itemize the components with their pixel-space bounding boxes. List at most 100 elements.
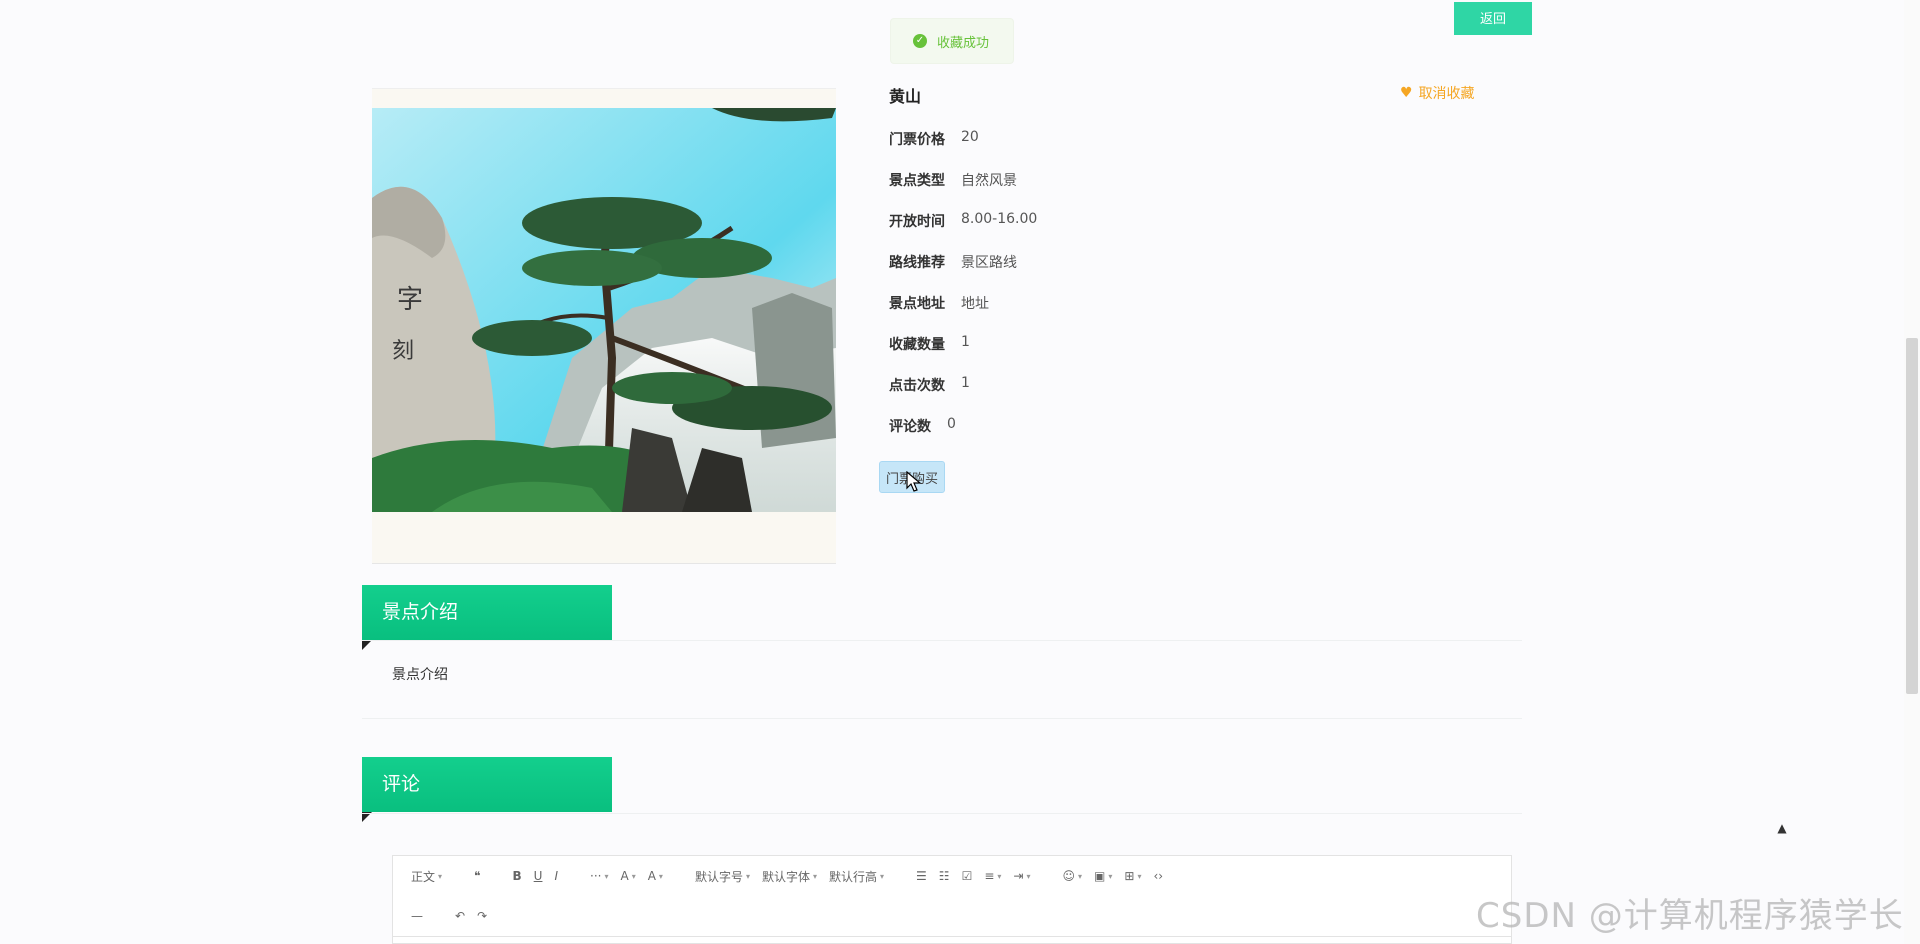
font-size-select-label: 默认字号: [694, 869, 743, 884]
toast-message: 收藏成功: [937, 35, 990, 51]
editor-toolbar: 正文 ▾ ❝ B U I ··· ▾ A ▾ A ▾ 默认字号 ▾ 默认字体 ▾ 默认行高 ▾ ☰ ☷ ☑ ≡ ▾ ⇥ ▾ ☺ ▾ ▣…: [393, 856, 1189, 896]
back-to-top-icon[interactable]: ▲: [1772, 818, 1792, 838]
image-icon-label: ▣: [1094, 869, 1106, 883]
underline-icon-label: U: [533, 869, 543, 883]
bold-icon-label: B: [512, 869, 522, 883]
field-comment-count: 评论数 0: [889, 416, 956, 436]
italic-icon[interactable]: I: [554, 862, 558, 890]
chevron-down-icon: ▾: [631, 871, 636, 881]
intro-section-heading: 景点介绍: [362, 585, 612, 650]
field-value: 1: [961, 334, 970, 350]
underline-icon[interactable]: U: [534, 862, 543, 890]
chevron-down-icon: ▾: [880, 871, 885, 881]
align-icon[interactable]: ≡ ▾: [984, 862, 1001, 890]
field-opening-hours: 开放时间 8.00-16.00: [889, 211, 1037, 231]
font-size-select[interactable]: 默认字号 ▾: [695, 862, 750, 890]
field-ticket-price: 门票价格 20: [889, 129, 979, 149]
field-value: 地址: [961, 296, 989, 312]
svg-text:字: 字: [397, 285, 423, 315]
chevron-down-icon: ▾: [1108, 871, 1113, 881]
redo-icon[interactable]: ↷: [477, 902, 487, 930]
field-label: 路线推荐: [889, 255, 945, 271]
undo-icon[interactable]: ↶: [455, 902, 465, 930]
intro-divider: [362, 640, 1522, 641]
field-value: 8.00-16.00: [961, 211, 1038, 227]
bulleted-list-icon-label: ☰: [916, 869, 927, 883]
code-icon-label: ‹›: [1153, 869, 1164, 883]
field-label: 门票价格: [889, 132, 945, 148]
attraction-name: 黄山: [889, 87, 922, 106]
scrollbar-thumb[interactable]: [1906, 338, 1918, 694]
chevron-down-icon: ▾: [1078, 871, 1083, 881]
table-icon-label: ⊞: [1124, 869, 1135, 883]
watermark: CSDN @计算机程序猿学长: [1476, 896, 1904, 936]
field-route: 路线推荐 景区路线: [889, 252, 1017, 272]
field-label: 开放时间: [889, 214, 945, 230]
paragraph-format-select[interactable]: 正文 ▾: [411, 862, 442, 890]
field-label: 评论数: [889, 419, 931, 435]
field-label: 景点类型: [889, 173, 945, 189]
font-color-icon-label: A: [620, 869, 629, 883]
return-button[interactable]: 返回: [1454, 2, 1532, 35]
field-value: 1: [961, 375, 970, 391]
bulleted-list-icon[interactable]: ☰: [916, 862, 927, 890]
todo-icon-label: ☑: [961, 869, 973, 883]
bold-icon[interactable]: B: [513, 862, 522, 890]
chevron-down-icon: ▾: [658, 871, 663, 881]
comment-section-heading: 评论: [362, 757, 612, 822]
cancel-favorite-button[interactable]: ♥ 取消收藏: [1400, 83, 1475, 103]
paragraph-format-select-label: 正文: [411, 869, 436, 884]
chevron-down-icon: ▾: [604, 871, 609, 881]
divider-icon[interactable]: —: [411, 902, 423, 930]
check-icon: ✓: [913, 34, 927, 48]
emoji-icon[interactable]: ☺ ▾: [1062, 862, 1082, 890]
field-value: 20: [961, 129, 979, 145]
chevron-down-icon: ▾: [438, 871, 443, 881]
more-icon[interactable]: ··· ▾: [590, 862, 608, 890]
quote-icon[interactable]: ❝: [474, 862, 480, 890]
editor-content-divider: [393, 936, 1511, 937]
code-icon[interactable]: ‹›: [1153, 862, 1163, 890]
field-click-count: 点击次数 1: [889, 375, 970, 395]
svg-text:刻: 刻: [392, 339, 414, 364]
undo-icon-label: ↶: [455, 909, 466, 923]
numbered-list-icon[interactable]: ☷: [939, 862, 950, 890]
success-toast: ✓ 收藏成功: [890, 18, 1014, 64]
line-height-select[interactable]: 默认行高 ▾: [829, 862, 884, 890]
background-color-icon-label: A: [647, 869, 656, 883]
font-family-select[interactable]: 默认字体 ▾: [762, 862, 817, 890]
image-icon[interactable]: ▣ ▾: [1094, 862, 1112, 890]
cancel-favorite-label: 取消收藏: [1418, 86, 1475, 102]
intro-content: 景点介绍: [392, 667, 448, 683]
mouse-cursor-icon: [906, 471, 922, 492]
chevron-down-icon: ▾: [997, 871, 1002, 881]
chevron-down-icon: ▾: [1137, 871, 1142, 881]
field-address: 景点地址 地址: [889, 293, 989, 313]
field-value: 景区路线: [961, 255, 1017, 271]
align-icon-label: ≡: [984, 869, 995, 883]
field-label: 收藏数量: [889, 337, 945, 353]
comment-editor[interactable]: 正文 ▾ ❝ B U I ··· ▾ A ▾ A ▾ 默认字号 ▾ 默认字体 ▾ 默认行高 ▾ ☰ ☷ ☑ ≡ ▾ ⇥ ▾ ☺ ▾ ▣…: [392, 855, 1512, 944]
todo-icon[interactable]: ☑: [962, 862, 973, 890]
more-icon-label: ···: [590, 869, 602, 883]
field-value: 自然风景: [961, 173, 1017, 189]
indent-icon-label: ⇥: [1013, 869, 1024, 883]
field-favorite-count: 收藏数量 1: [889, 334, 970, 354]
font-color-icon[interactable]: A ▾: [620, 862, 635, 890]
line-height-select-label: 默认行高: [829, 869, 878, 884]
field-label: 点击次数: [889, 378, 945, 394]
background-color-icon[interactable]: A ▾: [648, 862, 663, 890]
field-value: 0: [947, 416, 956, 432]
chevron-down-icon: ▾: [745, 871, 750, 881]
redo-icon-label: ↷: [477, 909, 488, 923]
indent-icon[interactable]: ⇥ ▾: [1013, 862, 1030, 890]
divider-icon-label: —: [411, 909, 423, 923]
table-icon[interactable]: ⊞ ▾: [1124, 862, 1141, 890]
font-family-select-label: 默认字体: [761, 869, 810, 884]
field-attraction-type: 景点类型 自然风景: [889, 170, 1017, 190]
quote-icon-label: ❝: [474, 869, 481, 883]
chevron-down-icon: ▾: [812, 871, 817, 881]
heart-icon: ♥: [1400, 85, 1413, 101]
chevron-down-icon: ▾: [1026, 871, 1031, 881]
intro-bottom-divider: [362, 718, 1522, 719]
